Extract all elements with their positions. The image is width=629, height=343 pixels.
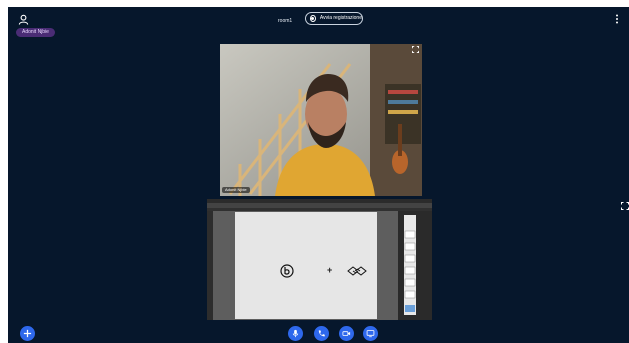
fullscreen-icon[interactable] xyxy=(412,46,419,53)
presenter-name-tag[interactable]: Adonit Njbie xyxy=(16,28,55,37)
webcam-image xyxy=(220,44,422,196)
add-button[interactable] xyxy=(20,326,35,341)
video-camera-icon xyxy=(342,331,351,336)
screen-share-icon xyxy=(366,330,375,338)
recording-label: Avvia registrazione xyxy=(319,15,362,21)
plus-icon xyxy=(23,329,32,338)
shared-app-layers-panel xyxy=(404,215,416,315)
screen-share-view[interactable]: + xyxy=(207,199,432,320)
webcam-video[interactable]: Adonit Njbie xyxy=(220,44,422,196)
screen-share-button[interactable] xyxy=(363,326,378,341)
conference-room: Adonit Njbie room1 Avvia registrazione A… xyxy=(8,7,629,343)
camera-button[interactable] xyxy=(339,326,354,341)
phone-icon xyxy=(318,330,325,337)
layers-list-icon xyxy=(404,230,416,312)
expand-icon[interactable] xyxy=(621,202,629,210)
presenter-name: Adonit Njbie xyxy=(22,29,49,35)
handshake-logo-icon xyxy=(347,266,367,276)
start-recording-button[interactable]: Avvia registrazione xyxy=(305,12,363,25)
plus-sign-icon: + xyxy=(327,265,333,275)
room-name: room1 xyxy=(278,18,293,24)
phone-button[interactable] xyxy=(314,326,329,341)
user-icon[interactable] xyxy=(18,14,29,25)
shared-app-canvas: + xyxy=(235,212,377,319)
microphone-button[interactable] xyxy=(288,326,303,341)
vertical-dots-icon[interactable] xyxy=(615,14,619,24)
webcam-name-text: Adonit Njbie xyxy=(225,187,247,192)
b-logo-icon xyxy=(280,264,294,278)
microphone-icon xyxy=(292,329,299,338)
webcam-name-label: Adonit Njbie xyxy=(222,187,250,193)
record-icon xyxy=(310,15,316,22)
